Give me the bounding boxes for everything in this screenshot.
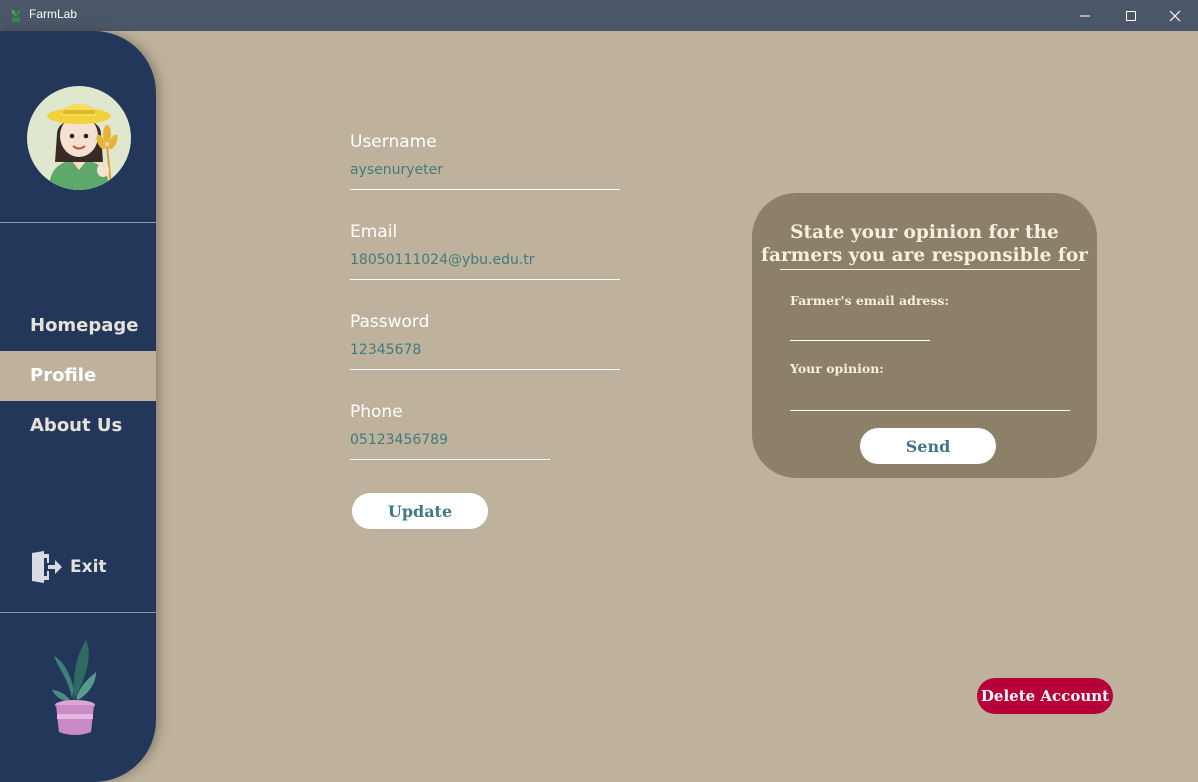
sidebar-item-label: Profile [30,365,97,386]
opinion-title-line1: State your opinion for the [790,222,1059,243]
password-label: Password [350,312,430,332]
exit-door-icon [32,551,62,583]
password-underline [350,369,620,370]
sidebar-item-homepage[interactable]: Homepage [0,301,156,351]
username-underline [350,189,620,190]
exit-label: Exit [70,557,107,577]
sidebar-divider-top [0,222,156,223]
maximize-button[interactable] [1108,0,1154,31]
farmer-email-underline [790,340,930,341]
farmer-avatar-icon [47,104,118,190]
avatar [27,86,131,190]
potted-plant-icon [52,640,96,735]
sidebar-divider-bottom [0,612,156,613]
opinion-input[interactable] [790,381,1070,409]
window-titlebar: FarmLab [0,0,1198,31]
username-label: Username [350,132,437,152]
farmer-email-input[interactable] [790,313,930,339]
close-icon [1169,10,1181,21]
phone-underline [350,459,550,460]
opinion-title-underline [780,269,1080,270]
opinion-label: Your opinion: [790,361,884,376]
phone-label: Phone [350,402,403,422]
sidebar-item-about-us[interactable]: About Us [0,401,156,451]
opinion-title: State your opinion for the farmers you a… [752,221,1097,267]
minimize-icon [1080,15,1090,16]
farmer-email-label: Farmer's email adress: [790,293,950,308]
email-underline [350,279,620,280]
email-field[interactable]: 18050111024@ybu.edu.tr [350,252,535,268]
close-button[interactable] [1152,0,1198,31]
username-field[interactable]: aysenuryeter [350,162,443,178]
opinion-title-line2: farmers you are responsible for [761,245,1088,266]
opinion-underline [790,410,1070,411]
minimize-button[interactable] [1062,0,1108,31]
phone-field[interactable]: 05123456789 [350,432,448,448]
send-button[interactable]: Send [860,428,996,464]
password-field[interactable]: 12345678 [350,342,421,358]
sidebar-item-profile[interactable]: Profile [0,351,156,401]
plant-app-icon [11,9,21,22]
delete-account-button[interactable]: Delete Account [977,678,1113,714]
opinion-card: State your opinion for the farmers you a… [752,193,1097,478]
sidebar: Homepage Profile About Us Exit [0,31,156,782]
update-button[interactable]: Update [352,493,488,529]
sidebar-item-label: Homepage [30,315,139,336]
sidebar-item-label: About Us [30,415,123,436]
exit-button[interactable]: Exit [30,549,107,585]
maximize-icon [1126,10,1136,21]
email-label: Email [350,222,398,242]
window-title: FarmLab [29,7,78,21]
